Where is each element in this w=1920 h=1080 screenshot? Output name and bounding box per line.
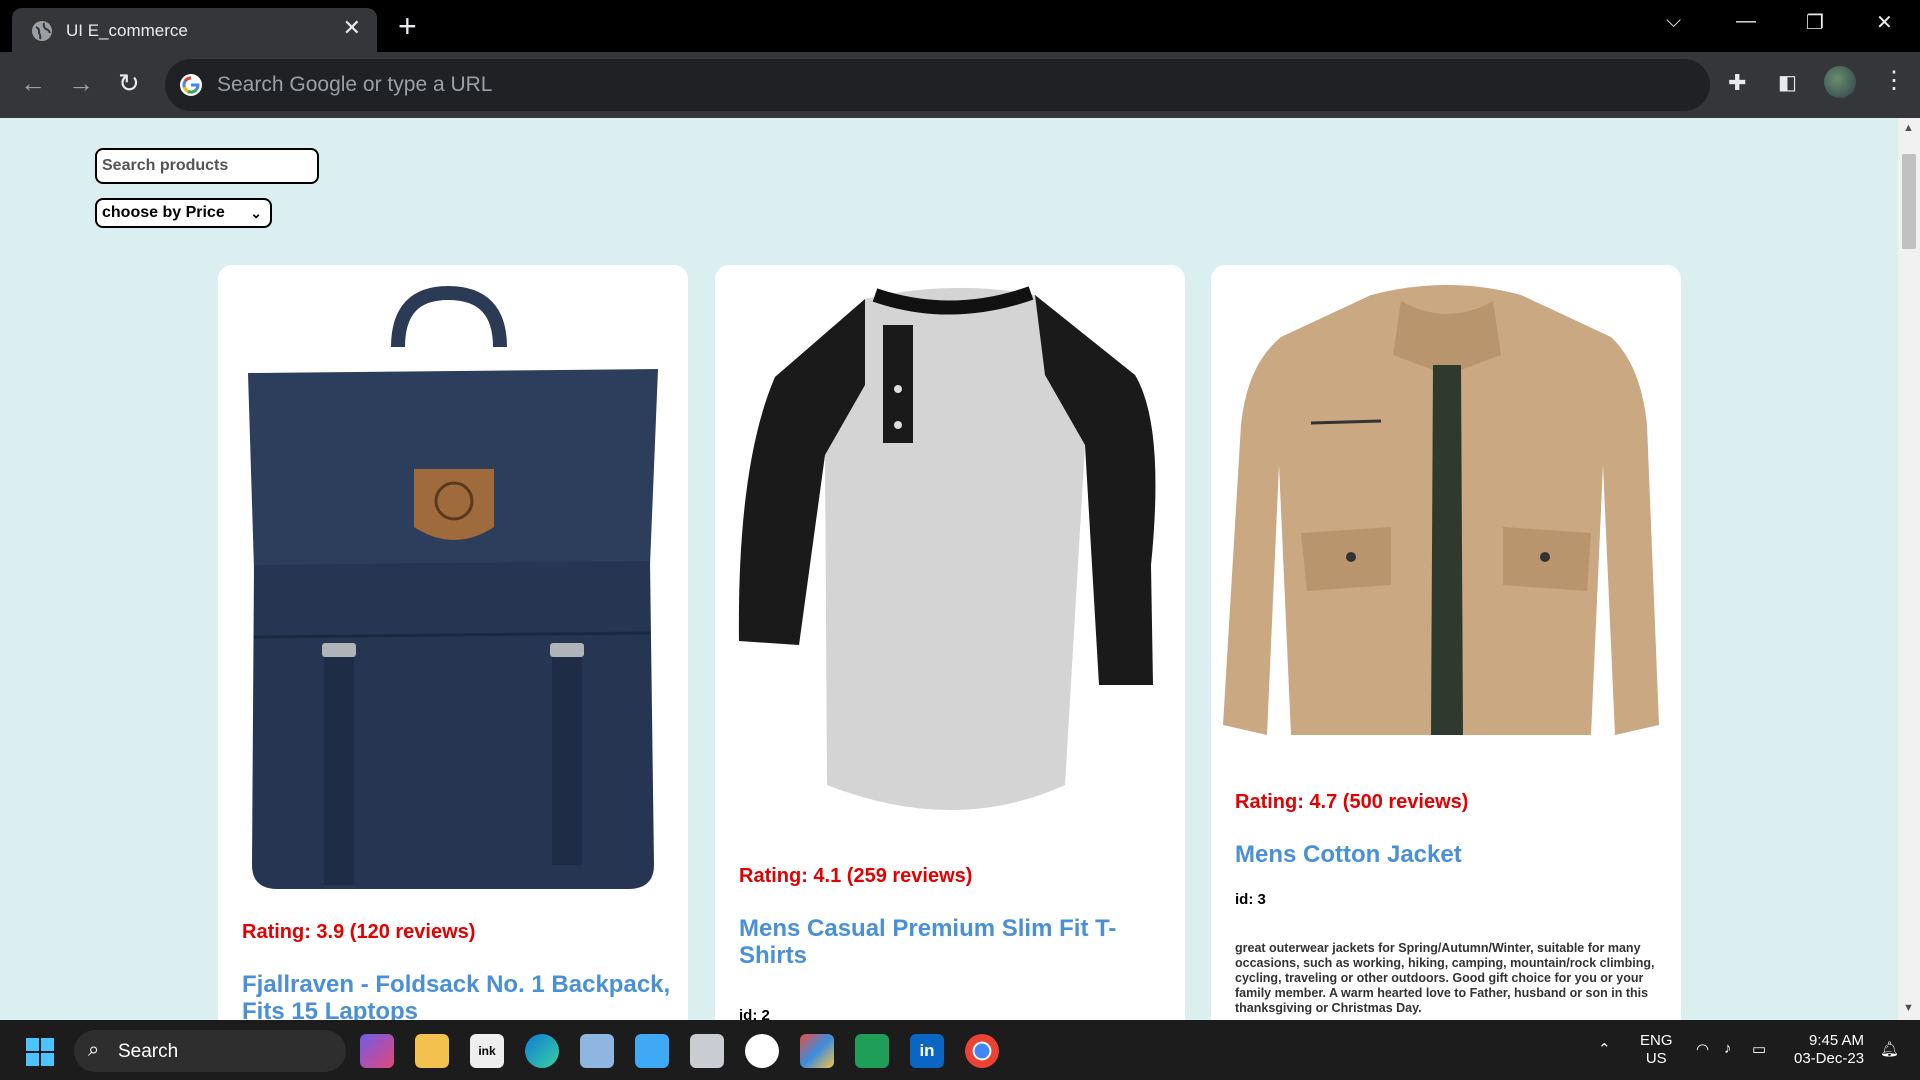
address-bar[interactable]: Search Google or type a URL bbox=[165, 59, 1710, 111]
photos-icon[interactable] bbox=[580, 1034, 614, 1068]
edge-icon[interactable] bbox=[525, 1034, 559, 1068]
clock-date: 03-Dec-23 bbox=[1794, 1050, 1865, 1067]
new-tab-button[interactable]: + bbox=[398, 8, 417, 44]
product-image-tshirt bbox=[738, 286, 1156, 810]
windows-taskbar: ⌕ Search ink in ⌃ ENG US ◠ ♪ ▭ 9:45 AM 0… bbox=[0, 1020, 1920, 1080]
forward-arrow-icon[interactable]: → bbox=[68, 68, 94, 98]
lang-line1: ENG bbox=[1640, 1032, 1673, 1049]
product-card[interactable]: Rating: 4.7 (500 reviews) Mens Cotton Ja… bbox=[1211, 265, 1681, 1020]
address-placeholder: Search Google or type a URL bbox=[217, 73, 493, 96]
language-indicator[interactable]: ENG US bbox=[1640, 1032, 1673, 1068]
notepad-icon[interactable] bbox=[635, 1034, 669, 1068]
show-hidden-icons-icon[interactable]: ⌃ bbox=[1598, 1040, 1611, 1058]
restore-button[interactable]: ❐ bbox=[1806, 10, 1824, 35]
side-panel-icon[interactable]: ◧ bbox=[1778, 70, 1797, 95]
price-select[interactable]: choose by Price ⌄ bbox=[95, 198, 272, 228]
product-title[interactable]: Mens Cotton Jacket bbox=[1235, 841, 1665, 868]
minimize-button[interactable]: — bbox=[1736, 10, 1756, 33]
linkedin-icon[interactable]: in bbox=[910, 1034, 944, 1068]
lang-line2: US bbox=[1645, 1050, 1667, 1067]
clock-time: 9:45 AM bbox=[1809, 1032, 1865, 1049]
wifi-icon[interactable]: ◠ bbox=[1696, 1040, 1709, 1058]
product-description: great outerwear jackets for Spring/Autum… bbox=[1235, 941, 1655, 1015]
notifications-icon[interactable]: 🔔︎ bbox=[1880, 1040, 1899, 1058]
product-rating: Rating: 4.1 (259 reviews) bbox=[739, 865, 973, 887]
product-rating: Rating: 3.9 (120 reviews) bbox=[242, 921, 476, 943]
globe-icon bbox=[32, 21, 52, 41]
close-window-button[interactable]: ✕ bbox=[1876, 10, 1893, 35]
tab-close-icon[interactable]: ✕ bbox=[343, 17, 361, 39]
product-title[interactable]: Mens Casual Premium Slim Fit T-Shirts bbox=[739, 915, 1169, 969]
git-icon[interactable] bbox=[800, 1034, 834, 1068]
extensions-icon[interactable]: ✚ bbox=[1728, 70, 1746, 96]
taskbar-search[interactable]: ⌕ Search bbox=[74, 1030, 346, 1072]
chrome-icon[interactable] bbox=[965, 1034, 999, 1068]
chevron-down-icon: ⌄ bbox=[250, 205, 262, 221]
copilot-icon[interactable] bbox=[360, 1034, 394, 1068]
product-rating: Rating: 4.7 (500 reviews) bbox=[1235, 791, 1469, 813]
product-id: id: 3 bbox=[1235, 891, 1266, 908]
browser-tab[interactable]: UI E_commerce ✕ bbox=[12, 8, 377, 52]
battery-icon[interactable]: ▭ bbox=[1752, 1040, 1766, 1058]
page-scrollbar[interactable]: ▲ ▼ bbox=[1898, 118, 1920, 1020]
windows-start-icon[interactable] bbox=[26, 1038, 54, 1066]
taskbar-search-label: Search bbox=[118, 1041, 179, 1062]
scroll-up-icon[interactable]: ▲ bbox=[1903, 122, 1914, 134]
slack-icon[interactable] bbox=[745, 1034, 779, 1068]
product-title[interactable]: Fjallraven - Foldsack No. 1 Backpack, Fi… bbox=[242, 971, 672, 1020]
search-input[interactable] bbox=[95, 148, 319, 184]
back-arrow-icon[interactable]: ← bbox=[20, 68, 46, 98]
scroll-thumb[interactable] bbox=[1902, 154, 1916, 249]
file-explorer-icon[interactable] bbox=[415, 1034, 449, 1068]
calculator-icon[interactable] bbox=[690, 1034, 724, 1068]
profile-avatar[interactable] bbox=[1824, 66, 1856, 98]
product-image-backpack bbox=[248, 285, 658, 889]
google-icon bbox=[180, 74, 202, 96]
reload-icon[interactable]: ↻ bbox=[118, 68, 140, 98]
product-card[interactable]: Rating: 3.9 (120 reviews) Fjallraven - F… bbox=[218, 265, 688, 1020]
clock[interactable]: 9:45 AM 03-Dec-23 bbox=[1794, 1032, 1864, 1068]
tab-search-icon[interactable]: ⌵ bbox=[1666, 10, 1681, 33]
page-viewport: choose by Price ⌄ Rating: 3.9 (120 revie… bbox=[0, 118, 1898, 1020]
tab-title: UI E_commerce bbox=[66, 21, 188, 40]
ink-icon[interactable]: ink bbox=[470, 1034, 504, 1068]
browser-titlebar: UI E_commerce ✕ + ⌵ — ❐ ✕ bbox=[0, 0, 1920, 52]
search-icon: ⌕ bbox=[88, 1039, 100, 1061]
menu-icon[interactable]: ⋮ bbox=[1882, 66, 1906, 95]
product-id: id: 2 bbox=[739, 1007, 770, 1020]
price-select-value: choose by Price bbox=[102, 204, 225, 221]
meet-icon[interactable] bbox=[855, 1034, 889, 1068]
browser-toolbar: ← → ↻ Search Google or type a URL ✚ ◧ ⋮ bbox=[0, 52, 1920, 118]
volume-icon[interactable]: ♪ bbox=[1724, 1040, 1732, 1057]
scroll-down-icon[interactable]: ▼ bbox=[1903, 1002, 1914, 1014]
product-card[interactable]: Rating: 4.1 (259 reviews) Mens Casual Pr… bbox=[715, 265, 1185, 1020]
